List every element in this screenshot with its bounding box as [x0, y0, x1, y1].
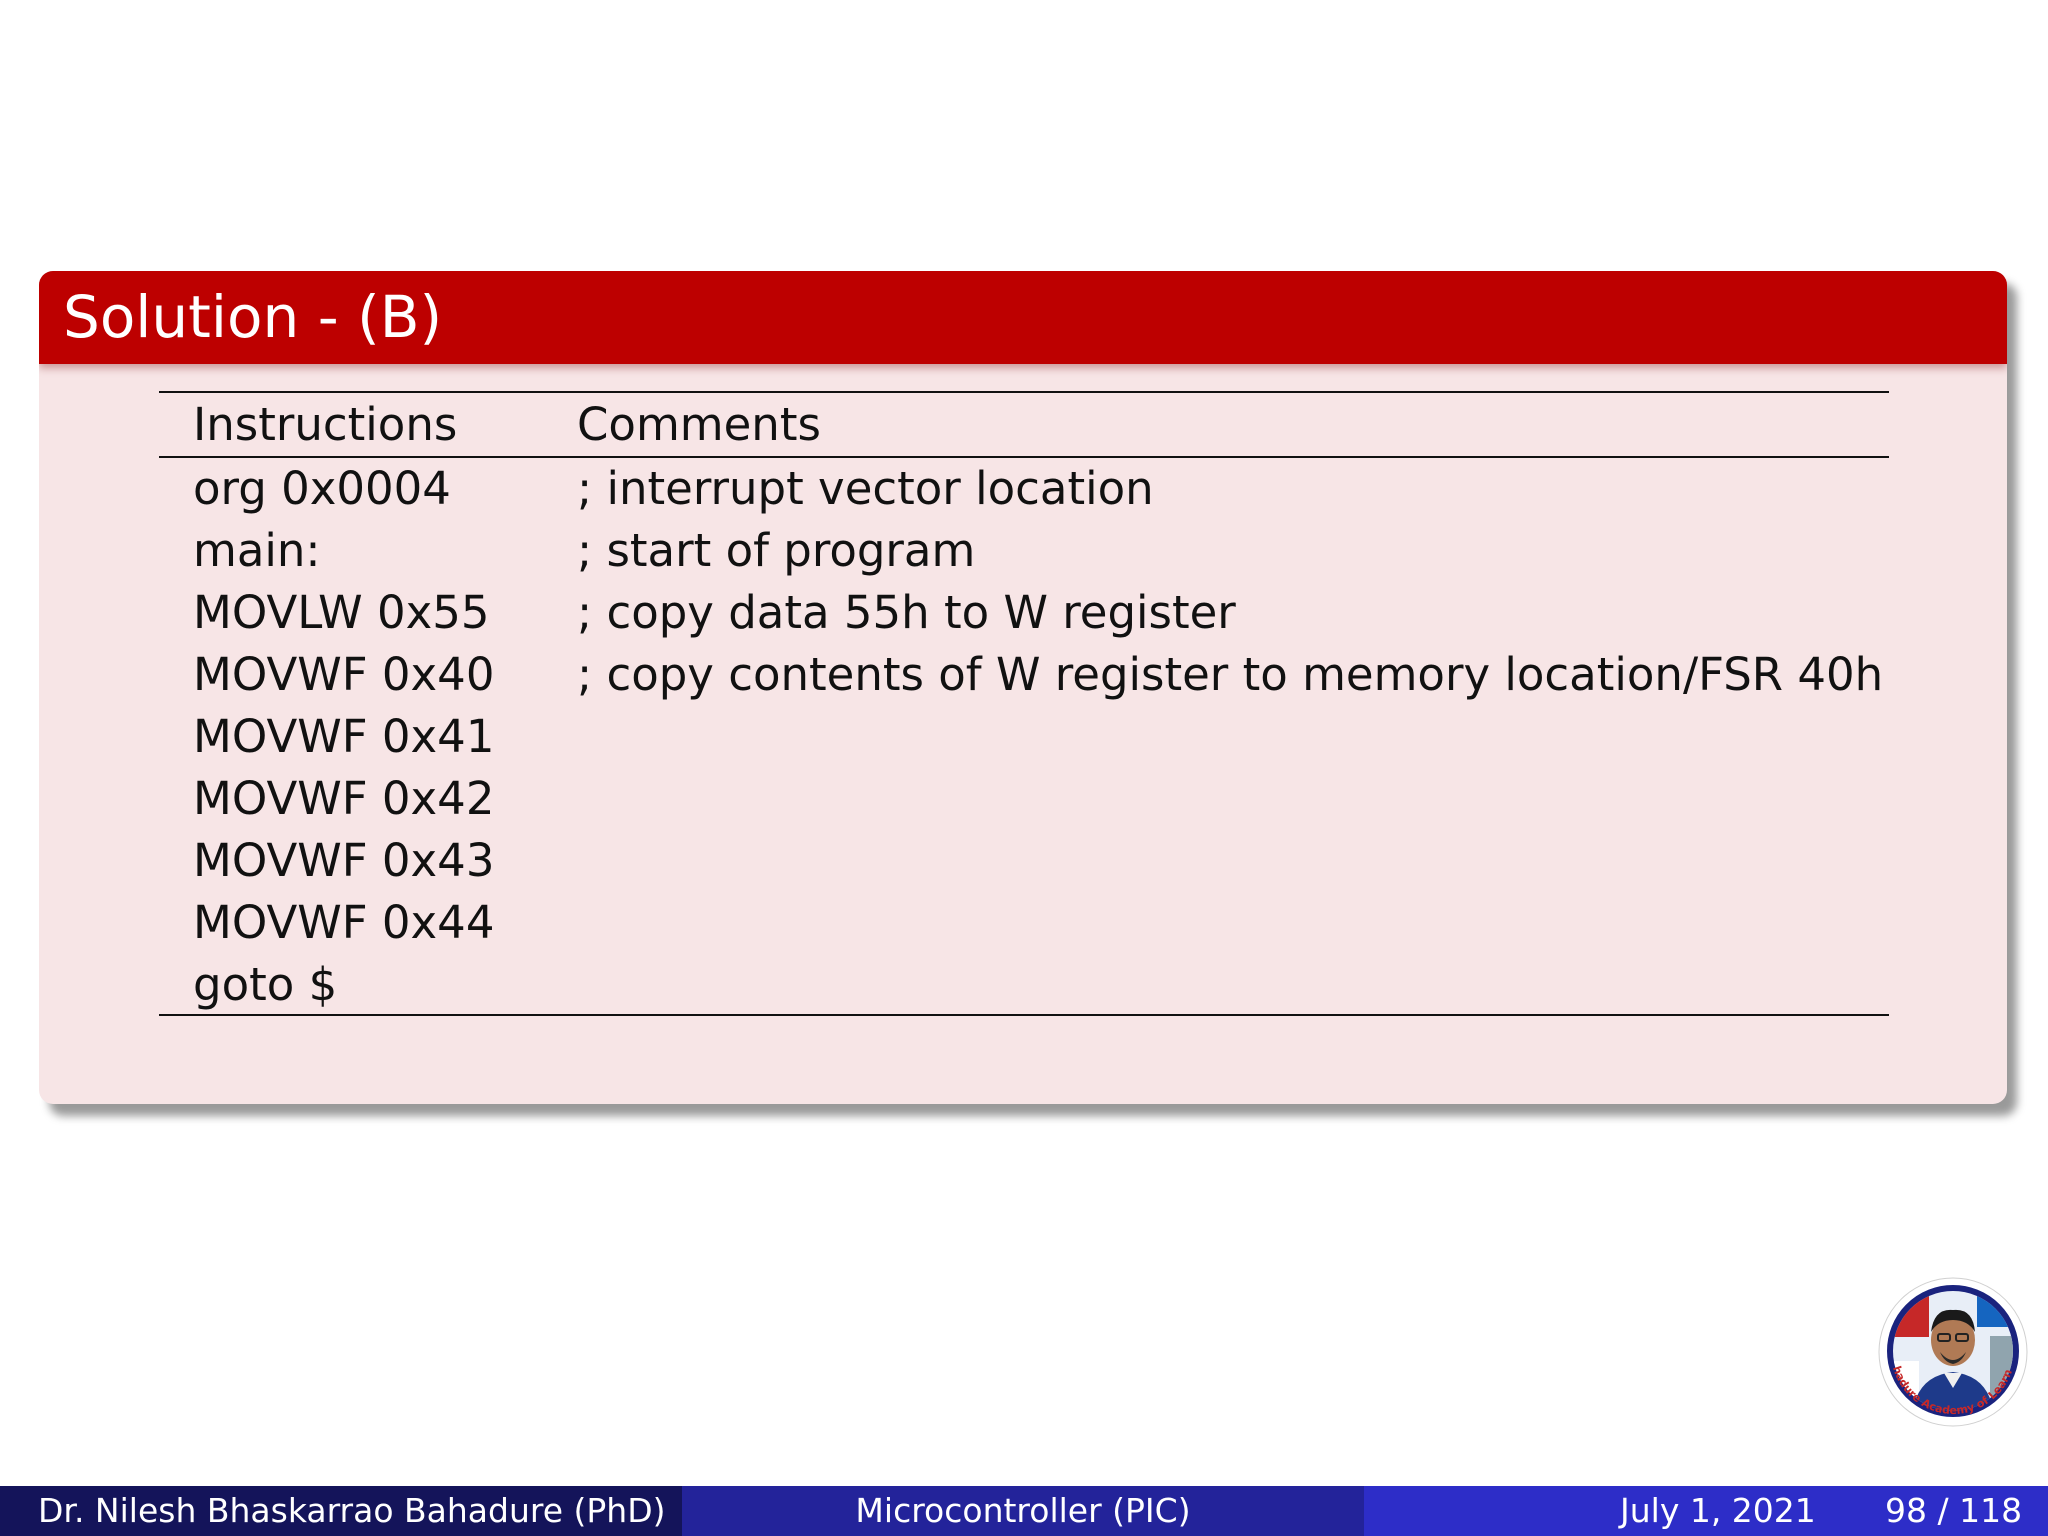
footer-page-number: 98 / 118	[1885, 1491, 2023, 1530]
comment-cell: ; copy data 55h to W register	[577, 586, 1236, 639]
table-row: MOVWF 0x40 ; copy contents of W register…	[39, 644, 2007, 706]
instruction-cell: goto $	[193, 958, 338, 1011]
instruction-cell: MOVLW 0x55	[193, 586, 490, 639]
footer-author: Dr. Nilesh Bhaskarrao Bahadure (PhD)	[0, 1486, 682, 1536]
footer-date: July 1, 2021	[1620, 1491, 1816, 1530]
instruction-cell: main:	[193, 524, 321, 577]
footer-bar: Dr. Nilesh Bhaskarrao Bahadure (PhD) Mic…	[0, 1486, 2048, 1536]
table-row: MOVWF 0x41	[39, 706, 2007, 768]
block-title: Solution - (B)	[63, 283, 443, 351]
header-comments: Comments	[577, 398, 821, 451]
instruction-cell: MOVWF 0x43	[193, 834, 495, 887]
comment-cell: ; copy contents of W register to memory …	[577, 648, 1884, 701]
table-row: goto $	[39, 954, 2007, 1016]
solution-block: Solution - (B) Instructions Comments org…	[39, 271, 2007, 1104]
instruction-cell: MOVWF 0x42	[193, 772, 495, 825]
table-row: org 0x0004 ; interrupt vector location	[39, 458, 2007, 520]
footer-course: Microcontroller (PIC)	[682, 1486, 1364, 1536]
comment-cell: ; start of program	[577, 524, 976, 577]
instruction-cell: MOVWF 0x44	[193, 896, 495, 949]
table-header-row: Instructions Comments	[39, 394, 2007, 456]
table-row: main: ; start of program	[39, 520, 2007, 582]
block-title-bar: Solution - (B)	[39, 271, 2007, 364]
academy-logo: Bahadure Academy of Learning	[1868, 1266, 2034, 1438]
table-row: MOVWF 0x42	[39, 768, 2007, 830]
footer-right-section: July 1, 2021 98 / 118	[1364, 1486, 2048, 1536]
table-top-rule	[159, 391, 1889, 393]
table-row: MOVWF 0x43	[39, 830, 2007, 892]
table-row: MOVWF 0x44	[39, 892, 2007, 954]
instruction-cell: MOVWF 0x40	[193, 648, 495, 701]
table-bottom-rule	[159, 1014, 1889, 1016]
academy-logo-icon: Bahadure Academy of Learning	[1868, 1266, 2028, 1427]
header-instructions: Instructions	[193, 398, 458, 451]
table-row: MOVLW 0x55 ; copy data 55h to W register	[39, 582, 2007, 644]
comment-cell: ; interrupt vector location	[577, 462, 1154, 515]
instruction-cell: MOVWF 0x41	[193, 710, 495, 763]
instruction-cell: org 0x0004	[193, 462, 451, 515]
